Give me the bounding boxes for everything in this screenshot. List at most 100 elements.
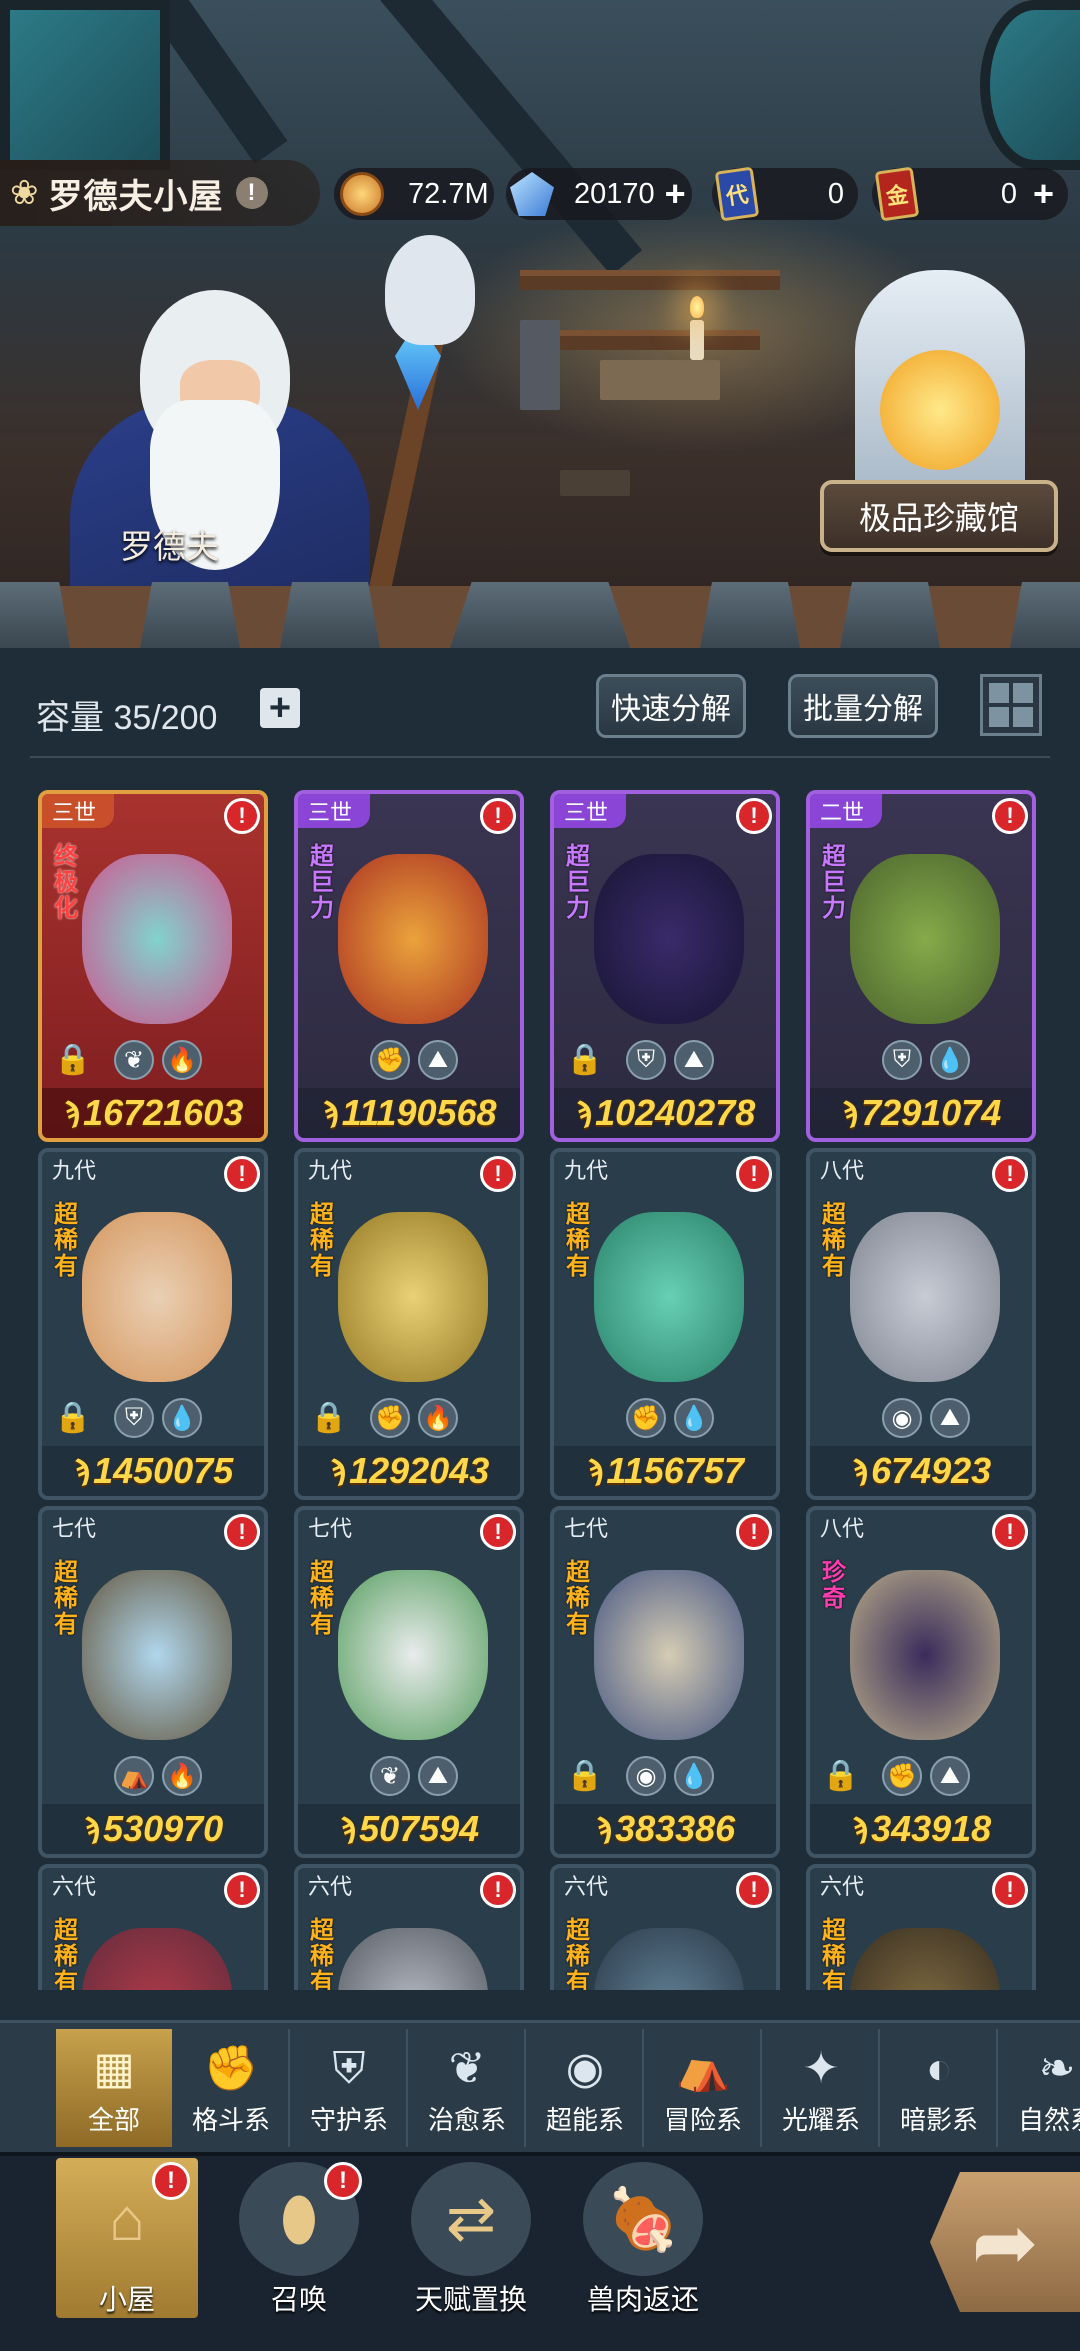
batch-decompose-button[interactable]: 批量分解 [788,674,938,738]
pet-card[interactable]: 九代! 超稀有 🔒 ⛨ 💧 ϡ 1450075 [38,1148,268,1500]
generation-tag: 九代 [308,1158,353,1183]
category-tab[interactable]: ✦ 光耀系 [764,2029,880,2147]
rarity-label: 超稀有 [566,1917,590,1991]
pet-card[interactable]: 六代! 超稀有 [806,1864,1036,1990]
rarity-label: 超稀有 [54,1917,78,1991]
combat-power: ϡ 7291074 [810,1088,1032,1138]
lock-icon[interactable]: 🔒 [54,1400,91,1435]
power-icon: ϡ [321,1096,340,1129]
pet-card[interactable]: 七代! 超稀有 🔒 ◉ 💧 ϡ 383386 [550,1506,780,1858]
trim-block [450,582,630,648]
nav-item[interactable]: 🍖 兽肉返还 [572,2158,714,2318]
category-tab[interactable]: ❦ 治愈系 [410,2029,526,2147]
gold-ticket-icon: 金 [874,166,920,222]
power-value: 530970 [103,1808,224,1849]
pet-card[interactable]: 六代! 超稀有 [38,1864,268,1990]
alert-icon: ! [152,2162,190,2200]
trim-block [1010,582,1080,648]
light-icon: ✦ [802,2044,840,2093]
gold-ticket-value: 0 [1000,177,1017,210]
crystal-add-button[interactable]: + [665,173,686,215]
combat-power: ϡ 11190568 [298,1088,520,1138]
museum-button[interactable]: 极品珍藏馆 [820,480,1058,552]
alert-icon: ! [224,1514,260,1550]
rarity-label: 超稀有 [566,1559,590,1638]
alert-icon: ! [736,1514,772,1550]
expand-capacity-button[interactable]: + [260,687,300,729]
pet-card[interactable]: 九代! 超稀有 ✊ 💧 ϡ 1156757 [550,1148,780,1500]
category-tab[interactable]: ❧ 自然系 [1000,2029,1080,2147]
power-icon: ϡ [574,1096,594,1129]
alert-icon: ! [992,1156,1028,1192]
rarity-label: 超稀有 [54,1559,78,1638]
arrow-forward-icon[interactable]: ➦ [930,2172,1080,2312]
alert-icon: ! [992,798,1028,834]
combat-power: ϡ 1450075 [42,1446,264,1496]
gold-ticket-add-button[interactable]: + [1033,173,1054,215]
candle [690,320,704,360]
psychic-icon: ◉ [626,1756,666,1796]
alert-icon: ! [480,1872,516,1908]
power-icon: ϡ [840,1096,860,1129]
category-tab[interactable]: ◐ 暗影系 [882,2029,998,2147]
rarity-label: 超巨力 [310,843,334,922]
shield-icon: ⛨ [626,1040,666,1080]
rarity-label: 超稀有 [822,1201,846,1280]
power-icon: ϡ [594,1812,614,1845]
nav-label: 小屋 [98,2284,155,2315]
power-value: 11190568 [341,1092,497,1133]
category-tab[interactable]: ✊ 格斗系 [174,2029,290,2147]
pet-card[interactable]: 七代! 超稀有 ❦ ⛰ ϡ 507594 [294,1506,524,1858]
category-tab[interactable]: ▦ 全部 [56,2029,172,2147]
generation-tag: 六代 [820,1874,865,1899]
category-tab[interactable]: ⛨ 守护系 [292,2029,408,2147]
combat-power: ϡ 383386 [554,1804,776,1854]
shield-icon: ⛨ [114,1398,154,1438]
pet-card[interactable]: 六代! 超稀有 [294,1864,524,1990]
trim-block [0,582,70,648]
pet-card[interactable]: 七代! 超稀有 ⛺ 🔥 ϡ 530970 [38,1506,268,1858]
shadow-icon: ◐ [925,2044,953,2093]
lock-icon[interactable]: 🔒 [566,1758,603,1793]
alert-icon: ! [324,2162,362,2200]
pet-card[interactable]: 三世! 超巨力 🔒 ⛨ ⛰ ϡ 10240278 [550,790,780,1142]
generation-tag: 九代 [564,1158,609,1183]
lock-icon[interactable]: 🔒 [566,1042,603,1077]
grid-view-icon[interactable] [980,674,1042,736]
lock-icon[interactable]: 🔒 [54,1042,91,1077]
nav-label: 召唤 [270,2284,327,2315]
generation-tag: 八代 [820,1158,865,1183]
category-tab[interactable]: ◉ 超能系 [528,2029,644,2147]
alert-icon: ! [480,1156,516,1192]
nav-item[interactable]: ⇄ 天赋置换 [400,2158,542,2318]
generation-tag: 三世 [554,794,627,828]
swap-icon: ⇄ [411,2162,531,2276]
combat-power: ϡ 343918 [810,1804,1032,1854]
trim-block [140,582,240,648]
pet-card[interactable]: 八代! 珍奇 🔒 ✊ ⛰ ϡ 343918 [806,1506,1036,1858]
pet-portrait [594,1928,744,1990]
pet-card[interactable]: 二世! 超巨力 ⛨ 💧 ϡ 7291074 [806,790,1036,1142]
quick-decompose-button[interactable]: 快速分解 [596,674,746,738]
generation-tag: 七代 [564,1516,609,1541]
crystal-icon [510,172,554,216]
trim-block [840,582,940,648]
lock-icon[interactable]: 🔒 [310,1400,347,1435]
earth-icon: ⛰ [418,1756,458,1796]
pet-card[interactable]: 三世! 超巨力 ✊ ⛰ ϡ 11190568 [294,790,524,1142]
paw-icon: ❀ [10,174,39,212]
pet-portrait [82,854,232,1024]
fist-icon: ✊ [626,1398,666,1438]
pet-card[interactable]: 六代! 超稀有 [550,1864,780,1990]
pet-card[interactable]: 三世! 终极化 🔒 ❦ 🔥 ϡ 16721603 [38,790,268,1142]
pet-card[interactable]: 九代! 超稀有 🔒 ✊ 🔥 ϡ 1292043 [294,1148,524,1500]
info-icon[interactable]: ! [235,177,268,209]
category-label: 格斗系 [191,2105,270,2135]
lock-icon[interactable]: 🔒 [822,1758,859,1793]
attic-window [0,0,170,170]
category-tab[interactable]: ⛺ 冒险系 [646,2029,762,2147]
generation-tag: 六代 [52,1874,97,1899]
book [560,470,630,496]
pet-portrait [850,1570,1000,1740]
pet-card[interactable]: 八代! 超稀有 ◉ ⛰ ϡ 674923 [806,1148,1036,1500]
